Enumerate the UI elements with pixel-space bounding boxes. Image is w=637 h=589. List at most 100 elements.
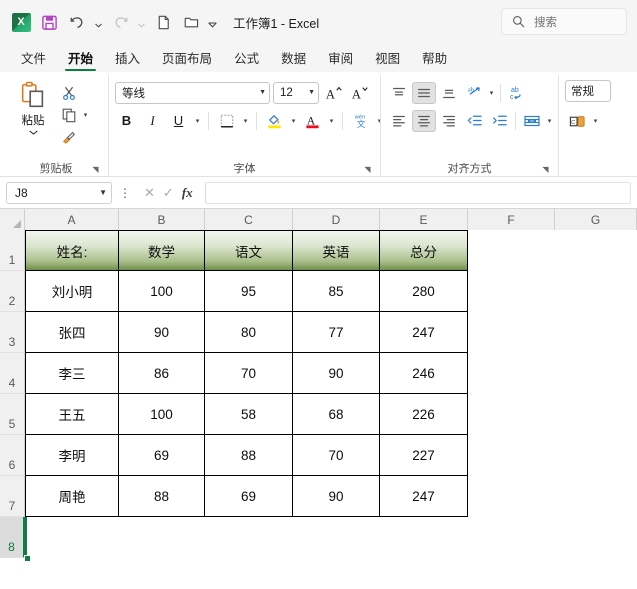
- formula-input[interactable]: [204, 181, 631, 204]
- cell-d8[interactable]: [293, 517, 380, 558]
- cell-g2[interactable]: [555, 271, 637, 312]
- select-all-corner[interactable]: [0, 209, 25, 230]
- cell-b1[interactable]: 数学: [119, 230, 205, 271]
- cancel-icon[interactable]: ✕: [144, 185, 155, 201]
- increase-indent-button[interactable]: [487, 110, 511, 132]
- cell-g1[interactable]: [555, 230, 637, 271]
- cell-b3[interactable]: 90: [119, 312, 205, 353]
- phonetic-guide-button[interactable]: wén 文: [349, 110, 372, 132]
- cell-f2[interactable]: [468, 271, 555, 312]
- cell-e2[interactable]: 280: [380, 271, 468, 312]
- alignment-dialog-launcher[interactable]: ◥: [541, 165, 550, 174]
- merge-dropdown-icon[interactable]: ▾: [545, 117, 554, 125]
- cell-d4[interactable]: 90: [293, 353, 380, 394]
- font-size-combo[interactable]: 12 ▼: [273, 81, 319, 104]
- row-header-4[interactable]: 4: [0, 353, 25, 394]
- number-format-combo[interactable]: 常规: [565, 80, 611, 102]
- tab-review[interactable]: 审阅: [319, 46, 362, 72]
- column-header-c[interactable]: C: [205, 209, 293, 230]
- cell-a2[interactable]: 刘小明: [25, 271, 119, 312]
- font-color-button[interactable]: A: [301, 110, 324, 132]
- orientation-dropdown-icon[interactable]: ▾: [487, 89, 496, 97]
- accounting-dropdown-icon[interactable]: ▾: [591, 117, 600, 125]
- fill-color-dropdown-icon[interactable]: ▾: [289, 117, 298, 125]
- align-left-button[interactable]: [387, 110, 411, 132]
- cell-f1[interactable]: [468, 230, 555, 271]
- cell-c4[interactable]: 70: [205, 353, 293, 394]
- new-file-icon[interactable]: [150, 9, 176, 35]
- cell-a1[interactable]: 姓名:: [25, 230, 119, 271]
- tab-home[interactable]: 开始: [59, 46, 102, 72]
- font-name-combo[interactable]: 等线 ▼: [115, 81, 270, 104]
- cell-g8[interactable]: [555, 517, 637, 558]
- customize-qat-icon[interactable]: [206, 9, 219, 35]
- confirm-icon[interactable]: ✓: [163, 185, 174, 201]
- align-middle-button[interactable]: [412, 81, 436, 104]
- cell-f7[interactable]: [468, 476, 555, 517]
- cell-e5[interactable]: 226: [380, 394, 468, 435]
- bold-button[interactable]: B: [115, 110, 138, 132]
- column-header-b[interactable]: B: [119, 209, 205, 230]
- cell-d1[interactable]: 英语: [293, 230, 380, 271]
- tab-help[interactable]: 帮助: [413, 46, 456, 72]
- font-color-dropdown-icon[interactable]: ▾: [327, 117, 336, 125]
- italic-button[interactable]: I: [141, 110, 164, 132]
- name-box[interactable]: J8 ▼: [6, 181, 112, 204]
- cell-e4[interactable]: 246: [380, 353, 468, 394]
- row-header-6[interactable]: 6: [0, 435, 25, 476]
- copy-dropdown-icon[interactable]: ▾: [81, 111, 90, 119]
- tab-page-layout[interactable]: 页面布局: [153, 46, 221, 72]
- wrap-text-button[interactable]: ab c: [505, 82, 529, 104]
- cell-c7[interactable]: 69: [205, 476, 293, 517]
- cell-g4[interactable]: [555, 353, 637, 394]
- align-right-button[interactable]: [437, 110, 461, 132]
- cell-e8[interactable]: [380, 517, 468, 558]
- column-header-d[interactable]: D: [293, 209, 380, 230]
- cell-d6[interactable]: 70: [293, 435, 380, 476]
- row-header-1[interactable]: 1: [0, 230, 25, 271]
- cell-c3[interactable]: 80: [205, 312, 293, 353]
- cell-g3[interactable]: [555, 312, 637, 353]
- open-folder-icon[interactable]: [178, 9, 204, 35]
- cell-f4[interactable]: [468, 353, 555, 394]
- cell-g7[interactable]: [555, 476, 637, 517]
- font-name-dropdown-icon[interactable]: ▼: [255, 89, 266, 96]
- cell-e6[interactable]: 227: [380, 435, 468, 476]
- borders-button[interactable]: [215, 110, 238, 132]
- cell-e1[interactable]: 总分: [380, 230, 468, 271]
- cell-d5[interactable]: 68: [293, 394, 380, 435]
- cell-b8[interactable]: [119, 517, 205, 558]
- cell-a6[interactable]: 李明: [25, 435, 119, 476]
- row-header-3[interactable]: 3: [0, 312, 25, 353]
- increase-font-size-button[interactable]: A: [322, 82, 345, 104]
- cell-c6[interactable]: 88: [205, 435, 293, 476]
- row-header-8[interactable]: 8: [0, 517, 25, 558]
- cell-d2[interactable]: 85: [293, 271, 380, 312]
- formula-bar-expand-dots[interactable]: ⋮: [118, 186, 132, 200]
- align-top-button[interactable]: [387, 82, 411, 104]
- orientation-button[interactable]: ab: [462, 82, 486, 104]
- tab-data[interactable]: 数据: [272, 46, 315, 72]
- row-header-7[interactable]: 7: [0, 476, 25, 517]
- cell-b4[interactable]: 86: [119, 353, 205, 394]
- cell-f5[interactable]: [468, 394, 555, 435]
- cell-f3[interactable]: [468, 312, 555, 353]
- align-bottom-button[interactable]: [437, 82, 461, 104]
- undo-icon[interactable]: [64, 9, 90, 35]
- merge-center-button[interactable]: [520, 110, 544, 132]
- insert-function-icon[interactable]: fx: [182, 185, 193, 201]
- cell-b7[interactable]: 88: [119, 476, 205, 517]
- column-header-e[interactable]: E: [380, 209, 468, 230]
- cut-button[interactable]: [58, 82, 80, 103]
- format-painter-button[interactable]: [58, 126, 80, 147]
- cell-a4[interactable]: 李三: [25, 353, 119, 394]
- cell-a8[interactable]: [25, 517, 119, 558]
- cell-e3[interactable]: 247: [380, 312, 468, 353]
- cell-c1[interactable]: 语文: [205, 230, 293, 271]
- accounting-format-button[interactable]: C: [565, 110, 589, 132]
- cell-b5[interactable]: 100: [119, 394, 205, 435]
- tab-formulas[interactable]: 公式: [225, 46, 268, 72]
- tab-insert[interactable]: 插入: [106, 46, 149, 72]
- column-header-g[interactable]: G: [555, 209, 637, 230]
- cell-d3[interactable]: 77: [293, 312, 380, 353]
